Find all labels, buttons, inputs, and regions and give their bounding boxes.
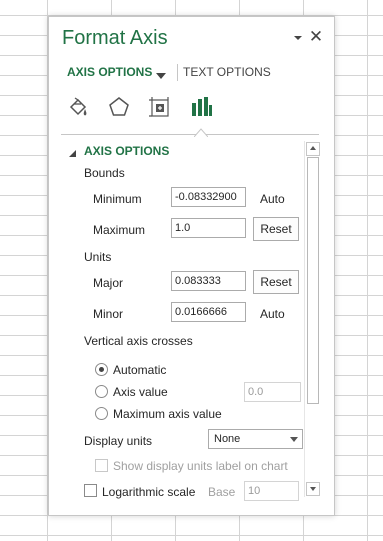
tab-separator <box>177 64 178 81</box>
minor-auto-label: Auto <box>260 307 285 321</box>
effects-icon[interactable] <box>106 94 132 120</box>
task-pane-options-icon[interactable] <box>290 30 306 46</box>
radio-automatic-label[interactable]: Automatic <box>113 363 166 377</box>
size-properties-icon[interactable] <box>147 94 173 120</box>
radio-automatic[interactable] <box>95 363 108 376</box>
major-reset-button[interactable]: Reset <box>253 270 299 294</box>
tab-axis-options[interactable]: AXIS OPTIONS <box>67 65 152 79</box>
display-units-value: None <box>214 433 241 445</box>
pane-title: Format Axis <box>62 27 168 49</box>
display-units-label: Display units <box>84 434 153 448</box>
radio-axis-value-label[interactable]: Axis value <box>113 385 168 399</box>
close-icon[interactable]: ✕ <box>308 27 324 47</box>
show-units-label-text: Show display units label on chart <box>113 459 288 473</box>
radio-axis-value[interactable] <box>95 385 108 398</box>
axis-options-icon[interactable] <box>188 94 214 120</box>
radio-maximum-axis-value-label[interactable]: Maximum axis value <box>113 407 222 421</box>
display-units-select[interactable]: None <box>208 429 303 449</box>
dropdown-arrow-icon <box>290 437 298 442</box>
vertical-axis-crosses-label: Vertical axis crosses <box>84 334 193 348</box>
scroll-up-icon <box>310 146 316 150</box>
format-axis-pane: Format Axis ✕ AXIS OPTIONS TEXT OPTIONS <box>48 16 335 516</box>
collapse-triangle-icon[interactable] <box>69 147 77 157</box>
axis-value-input[interactable]: 0.0 <box>244 382 301 402</box>
radio-selected-dot <box>99 367 104 372</box>
scroll-up-button[interactable] <box>306 142 320 156</box>
section-title-axis-options[interactable]: AXIS OPTIONS <box>84 144 169 158</box>
scroll-thumb[interactable] <box>307 157 319 404</box>
radio-maximum-axis-value[interactable] <box>95 407 108 420</box>
minimum-auto-label: Auto <box>260 192 285 206</box>
tab-text-options[interactable]: TEXT OPTIONS <box>183 65 271 79</box>
maximum-input[interactable]: 1.0 <box>171 218 246 238</box>
bounds-label: Bounds <box>84 166 125 180</box>
selected-category-caret <box>193 126 209 138</box>
maximum-label: Maximum <box>93 223 146 237</box>
maximum-reset-button[interactable]: Reset <box>253 217 299 241</box>
fill-line-icon[interactable] <box>65 94 91 120</box>
minor-label: Minor <box>93 307 124 321</box>
chevron-down-icon[interactable] <box>155 69 167 79</box>
scroll-down-icon <box>310 487 316 491</box>
pane-scrollbar[interactable] <box>304 141 320 497</box>
minimum-input[interactable]: -0.08332900 <box>171 187 246 207</box>
major-input[interactable]: 0.083333 <box>171 271 246 291</box>
major-label: Major <box>93 276 124 290</box>
minimum-label: Minimum <box>93 192 142 206</box>
scroll-down-button[interactable] <box>306 482 320 496</box>
minor-input[interactable]: 0.0166666 <box>171 302 246 322</box>
logarithmic-scale-checkbox[interactable] <box>84 484 97 497</box>
section-divider <box>61 134 319 135</box>
units-label: Units <box>84 250 112 264</box>
logarithmic-scale-label[interactable]: Logarithmic scale <box>102 485 195 499</box>
base-input[interactable]: 10 <box>244 481 299 501</box>
show-units-label-checkbox[interactable] <box>95 459 108 472</box>
base-label: Base <box>208 485 236 499</box>
